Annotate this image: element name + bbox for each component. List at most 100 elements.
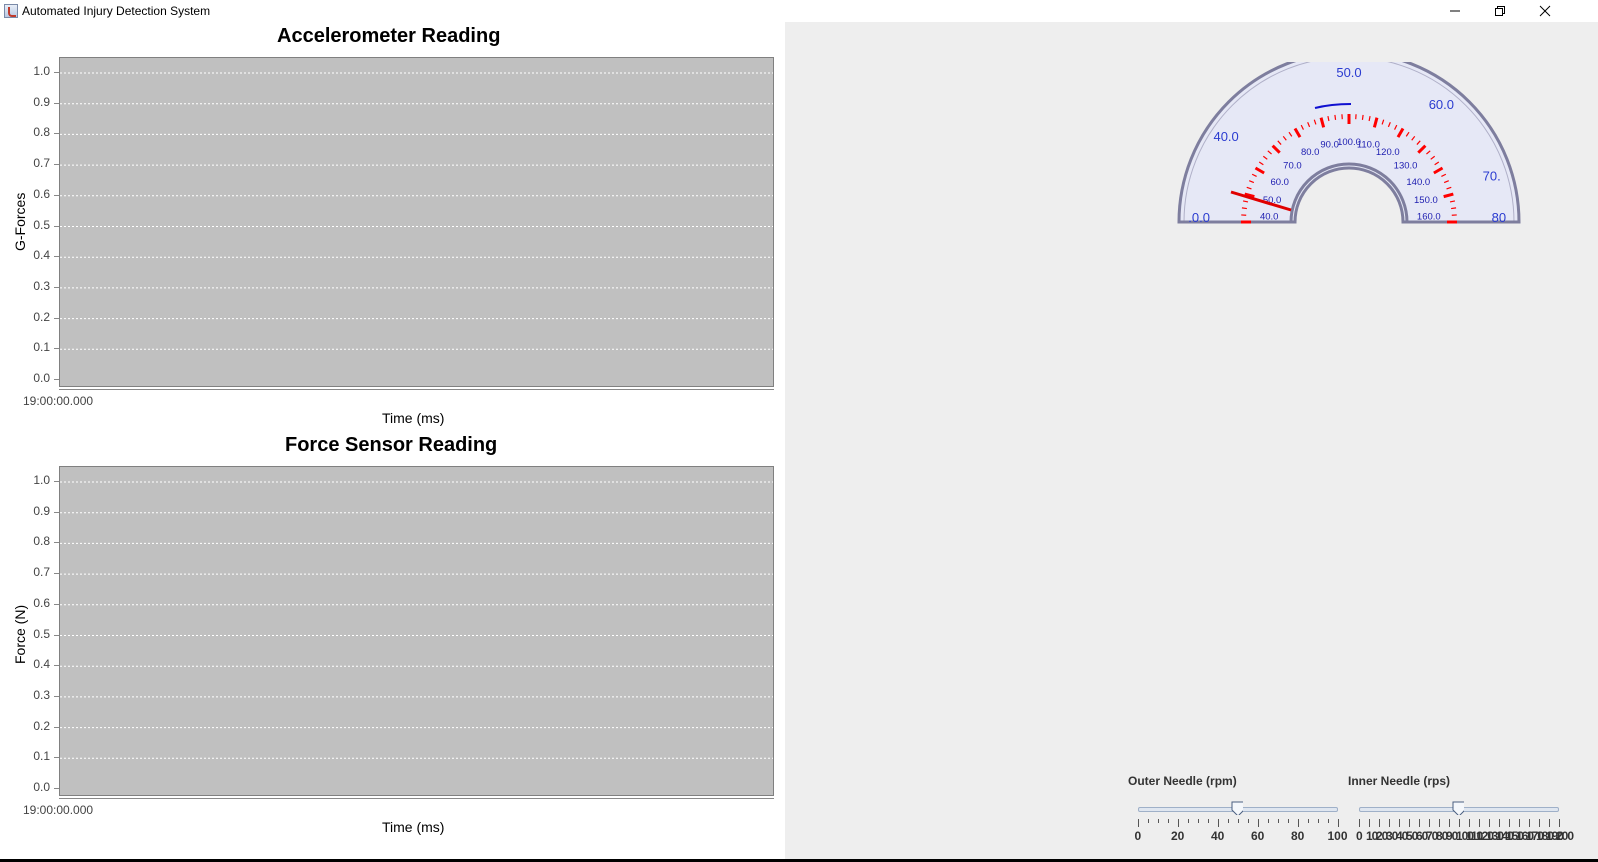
minimize-button[interactable] — [1432, 0, 1478, 22]
accelerometer-y-tick-label: 0.5 — [33, 217, 50, 232]
outer-slider-minor-tick — [1198, 819, 1199, 823]
force-gridlines — [60, 481, 773, 759]
inner-slider-tick — [1409, 819, 1410, 827]
outer-slider-minor-tick — [1318, 819, 1319, 823]
inner-slider-tick — [1539, 819, 1540, 827]
accelerometer-y-tick-label: 0.3 — [33, 278, 50, 293]
gauge-inner-label: 140.0 — [1406, 177, 1430, 188]
outer-slider-tick-label: 100 — [1327, 829, 1348, 843]
accelerometer-y-tick-label: 0.9 — [33, 94, 50, 109]
inner-slider-tick — [1529, 819, 1530, 827]
inner-slider-tick — [1489, 819, 1490, 827]
inner-slider-tick — [1499, 819, 1500, 827]
window-title: Automated Injury Detection System — [22, 4, 211, 18]
gauge-inner-label: 160.0 — [1417, 211, 1441, 222]
inner-slider-tick — [1419, 819, 1420, 827]
outer-slider-tick — [1178, 819, 1179, 827]
outer-slider-minor-tick — [1238, 819, 1239, 823]
force-y-tick-label: 0.9 — [33, 503, 50, 518]
outer-slider-tick — [1338, 819, 1339, 827]
force-y-tick-label: 0.5 — [33, 626, 50, 641]
inner-needle-slider-label: Inner Needle (rps) — [1348, 774, 1451, 788]
force-x-axis — [59, 798, 774, 799]
close-icon — [1539, 5, 1551, 17]
gauge-outer-label: 70. — [1483, 169, 1501, 184]
outer-slider-tick — [1138, 819, 1139, 827]
outer-slider-tick — [1298, 819, 1299, 827]
force-y-tick-label: 0.1 — [33, 749, 50, 764]
charts-panel: Accelerometer Reading G-Forces 1.0 0.9 0.8… — [0, 22, 785, 862]
force-x-axis-label: Time (ms) — [382, 819, 445, 835]
inner-slider-tick — [1429, 819, 1430, 827]
window-titlebar: Automated Injury Detection System — [0, 0, 1598, 22]
inner-slider-tick-label: 200 — [1556, 829, 1574, 843]
restore-button[interactable] — [1477, 0, 1523, 22]
force-y-tick-label: 0.4 — [33, 657, 50, 672]
gauge-panel: .0.0 40.0 50.0 60.0 70. 80 40.0 50.0 60.0 70.0 80.… — [785, 22, 1598, 862]
close-button[interactable] — [1522, 0, 1568, 22]
gauge-outer-label: 80 — [1492, 210, 1506, 225]
outer-slider-minor-tick — [1158, 819, 1159, 823]
gauge-inner-label: 150.0 — [1414, 195, 1438, 206]
inner-slider-tick — [1369, 819, 1370, 827]
accelerometer-y-tick-label: 0.8 — [33, 125, 50, 140]
accelerometer-gridlines — [60, 72, 773, 350]
accelerometer-plot-area[interactable] — [59, 57, 774, 387]
accelerometer-chart-title: Accelerometer Reading — [277, 25, 501, 47]
inner-slider-tick — [1379, 819, 1380, 827]
accelerometer-x-axis — [59, 389, 774, 390]
force-y-tick-label: 1.0 — [33, 473, 50, 487]
inner-slider-tick — [1479, 819, 1480, 827]
outer-slider-thumb[interactable] — [1231, 801, 1243, 815]
inner-slider-thumb[interactable] — [1452, 801, 1464, 815]
outer-slider-tick — [1218, 819, 1219, 827]
accelerometer-y-tick-label: 0.0 — [33, 371, 50, 385]
outer-slider-tick-label: 60 — [1251, 829, 1265, 843]
outer-slider-minor-tick — [1188, 819, 1189, 823]
force-plot-area[interactable] — [59, 466, 774, 796]
dual-needle-gauge: .0.040.050.060.070.8040.050.060.070.080.… — [1177, 62, 1521, 225]
outer-slider-tick-label: 40 — [1211, 829, 1225, 843]
outer-slider-tick-label: 0 — [1134, 829, 1142, 843]
outer-slider-tick-label: 80 — [1291, 829, 1305, 843]
inner-slider-tick — [1449, 819, 1450, 827]
outer-slider-minor-tick — [1228, 819, 1229, 823]
inner-slider-tick — [1439, 819, 1440, 827]
outer-slider-minor-tick — [1288, 819, 1289, 823]
force-x-tick-start: 19:00:00.000 — [23, 803, 94, 817]
accelerometer-y-tick-label: 0.1 — [33, 340, 50, 355]
inner-slider-tick-label: 0 — [1356, 829, 1363, 843]
inner-slider-tick — [1459, 819, 1460, 827]
gauge-outer-label: .0.0 — [1188, 210, 1210, 225]
inner-slider-tick — [1359, 819, 1360, 827]
outer-slider-minor-tick — [1328, 819, 1329, 823]
gauge-inner-tick — [1361, 114, 1364, 120]
gauge-inner-label: 120.0 — [1376, 147, 1400, 158]
gauge-inner-label: 40.0 — [1260, 211, 1279, 222]
accelerometer-y-tick-label: 0.6 — [33, 186, 50, 201]
force-y-tick-label: 0.6 — [33, 595, 50, 610]
accelerometer-x-axis-label: Time (ms) — [382, 410, 445, 426]
outer-slider-minor-tick — [1168, 819, 1169, 823]
inner-slider-tick — [1519, 819, 1520, 827]
inner-slider-tick — [1399, 819, 1400, 827]
outer-slider-minor-tick — [1268, 819, 1269, 823]
force-y-tick-label: 0.8 — [33, 534, 50, 549]
force-y-tick-label: 0.0 — [33, 780, 50, 794]
accelerometer-y-tick-label: 0.7 — [33, 156, 50, 171]
inner-slider-tick — [1509, 819, 1510, 827]
gauge-outer-label: 40.0 — [1213, 129, 1238, 144]
gauge-inner-label: 60.0 — [1270, 177, 1289, 188]
accelerometer-y-tick-label: 0.2 — [33, 309, 50, 324]
gauge-inner-tick — [1334, 114, 1337, 120]
outer-slider-minor-tick — [1208, 819, 1209, 823]
accelerometer-y-tick-label: 1.0 — [33, 64, 50, 78]
outer-slider-minor-tick — [1148, 819, 1149, 823]
outer-slider-tick-label: 20 — [1171, 829, 1185, 843]
force-y-tick-label: 0.7 — [33, 565, 50, 580]
inner-slider-tick — [1549, 819, 1550, 827]
gauge-inner-label: 80.0 — [1301, 147, 1320, 158]
force-y-tick-label: 0.2 — [33, 718, 50, 733]
outer-slider-tick — [1258, 819, 1259, 827]
gauge-inner-tick — [1451, 207, 1457, 210]
